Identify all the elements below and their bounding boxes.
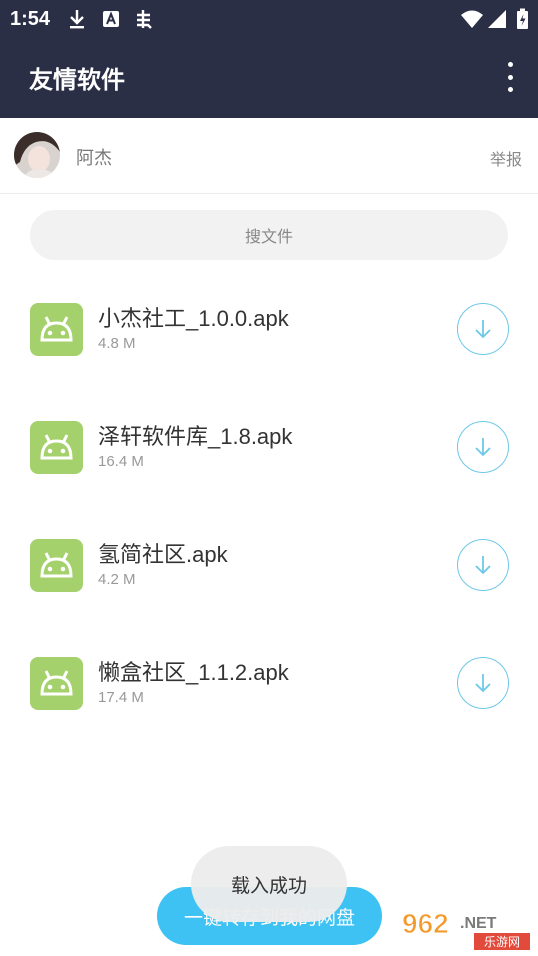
download-button[interactable] [457,421,509,473]
download-icon [68,8,86,30]
report-button[interactable]: 举报 [490,146,522,170]
list-item[interactable]: 氢简社区.apk 4.2 M [0,527,538,607]
android-icon [30,303,83,356]
download-button[interactable] [457,657,509,709]
search-input[interactable]: 搜文件 [30,210,508,260]
file-name: 泽轩软件库_1.8.apk [98,424,293,449]
toast-text: 载入成功 [230,875,307,897]
wifi-icon [460,8,484,30]
file-name: 小杰社工_1.0.0.apk [98,306,289,331]
svg-text:乐游网: 乐游网 [484,935,520,949]
page-title: 友情软件 [29,67,125,94]
a-icon [102,8,120,30]
android-icon [30,539,83,592]
list-item[interactable]: 懒盒社区_1.1.2.apk 17.4 M [0,645,538,725]
watermark-logo: 962 .NET 乐游网 [398,906,534,952]
android-icon [30,657,83,710]
arrow-down-icon [475,438,491,457]
svg-text:.NET: .NET [460,915,497,932]
file-size: 17.4 M [98,689,144,706]
status-bar: 1:54 [0,0,538,38]
android-icon [30,421,83,474]
battery-icon [516,8,529,30]
file-name: 懒盒社区_1.1.2.apk [98,660,289,685]
more-vert-icon[interactable] [504,62,516,92]
avatar[interactable] [14,132,60,178]
signal-icon [487,8,507,30]
download-button[interactable] [457,303,509,355]
status-time: 1:54 [10,8,51,30]
list-item[interactable]: 小杰社工_1.0.0.apk 4.8 M [0,291,538,371]
file-name: 氢简社区.apk [98,542,228,567]
arrow-down-icon [475,674,491,693]
top-bar: 1:54 友情软件 [0,0,538,118]
download-button[interactable] [457,539,509,591]
svg-text:962: 962 [402,908,449,939]
list-item[interactable]: 泽轩软件库_1.8.apk 16.4 M [0,409,538,489]
arrow-down-icon [475,556,491,575]
search-placeholder: 搜文件 [244,229,293,246]
arrow-down-icon [475,320,491,339]
user-row: 阿杰 举报 [0,118,538,194]
bug-icon [133,8,155,30]
username[interactable]: 阿杰 [76,144,112,170]
file-size: 16.4 M [98,453,144,470]
file-size: 4.2 M [98,571,136,588]
toast: 载入成功 [191,846,347,922]
file-size: 4.8 M [98,335,136,352]
